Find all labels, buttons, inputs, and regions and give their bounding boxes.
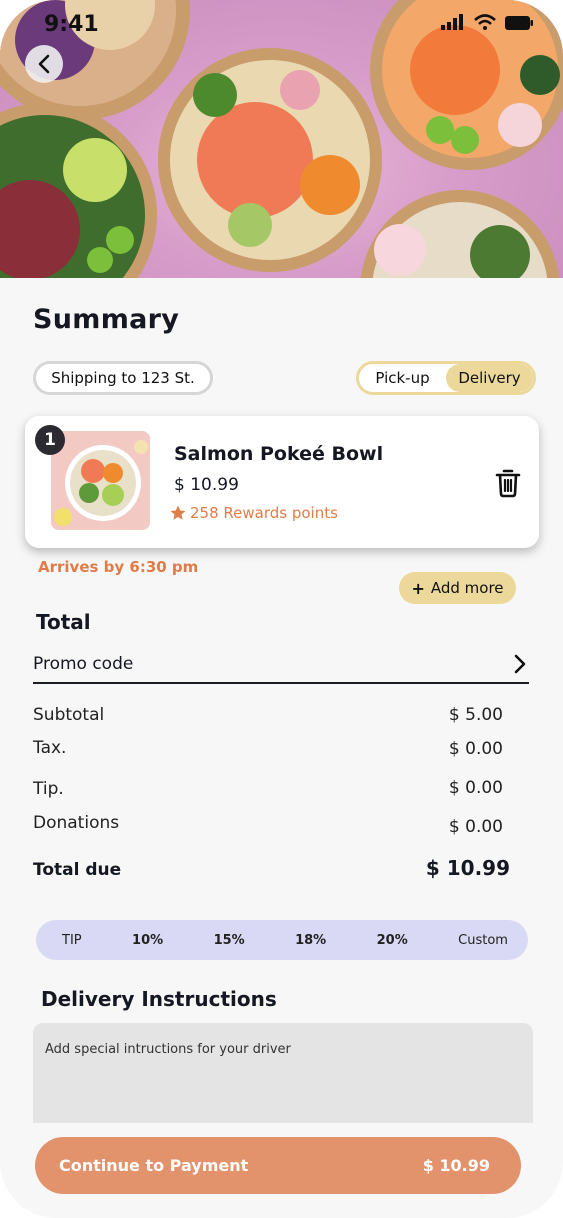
tip-label: TIP: [62, 932, 82, 948]
subtotal-label: Subtotal: [33, 705, 105, 725]
tax-value: $ 0.00: [448, 739, 503, 759]
toggle-pickup[interactable]: Pick-up: [359, 364, 446, 392]
item-price: $ 10.99: [174, 475, 239, 495]
fulfillment-toggle: Pick-up Delivery: [356, 361, 536, 395]
delivery-instructions-input[interactable]: [33, 1023, 533, 1123]
donations-value: $ 0.00: [448, 817, 503, 837]
quantity-badge: 1: [35, 425, 65, 455]
arrival-time: Arrives by 6:30 pm: [38, 558, 199, 576]
star-icon: [170, 505, 186, 520]
promo-code-row[interactable]: Promo code: [33, 648, 529, 684]
poke-bowls-photo: [0, 0, 563, 278]
trash-icon: [495, 469, 521, 498]
plus-icon: +: [411, 578, 425, 598]
battery-icon: [505, 16, 533, 30]
rewards-points-label: 258 Rewards points: [190, 504, 338, 522]
status-icons: [441, 14, 533, 30]
rewards-points: 258 Rewards points: [169, 504, 338, 522]
total-due-label: Total due: [33, 860, 122, 880]
status-time: 9:41: [44, 12, 99, 37]
shipping-address-pill[interactable]: Shipping to 123 St.: [33, 361, 213, 395]
page-title: Summary: [33, 304, 180, 335]
payment-amount: $ 10.99: [422, 1156, 490, 1175]
tip-option-custom[interactable]: Custom: [458, 933, 508, 948]
chevron-left-icon: [38, 54, 50, 74]
add-more-button[interactable]: + Add more: [399, 572, 516, 604]
delete-item-button[interactable]: [495, 468, 521, 502]
back-button[interactable]: [25, 45, 63, 83]
total-heading: Total: [36, 610, 91, 634]
total-due-value: $ 10.99: [425, 856, 510, 880]
tip-option-20[interactable]: 20%: [377, 933, 408, 948]
phone-screen: 9:41 Summary Shipping to 123 St. Pick-up: [0, 0, 563, 1218]
tip-value: $ 0.00: [448, 778, 503, 798]
item-name: Salmon Pokeé Bowl: [174, 443, 384, 465]
signal-icon: [441, 14, 463, 30]
tip-option-10[interactable]: 10%: [132, 933, 163, 948]
promo-code-label: Promo code: [33, 654, 134, 674]
add-more-label: Add more: [430, 579, 504, 597]
wifi-icon: [474, 14, 496, 30]
tip-option-18[interactable]: 18%: [295, 933, 326, 948]
hero-image: 9:41: [0, 0, 563, 278]
donations-label: Donations: [33, 813, 120, 833]
delivery-instructions-heading: Delivery Instructions: [41, 987, 277, 1011]
subtotal-value: $ 5.00: [448, 705, 503, 725]
continue-label: Continue to Payment: [59, 1156, 249, 1175]
bowl-thumbnail-image: [51, 431, 150, 530]
tip-selector: TIP 10% 15% 18% 20% Custom: [36, 920, 528, 960]
tip-option-15[interactable]: 15%: [214, 933, 245, 948]
cart-item-card: 1 Salmon Pokeé Bowl $ 10.99 258 Rewards …: [25, 416, 539, 548]
chevron-right-icon: [514, 654, 526, 674]
tax-label: Tax.: [33, 738, 67, 758]
toggle-delivery[interactable]: Delivery: [446, 364, 533, 392]
tip-label: Tip.: [33, 779, 64, 799]
item-thumbnail: [51, 431, 150, 530]
continue-to-payment-button[interactable]: Continue to Payment $ 10.99: [35, 1137, 521, 1194]
